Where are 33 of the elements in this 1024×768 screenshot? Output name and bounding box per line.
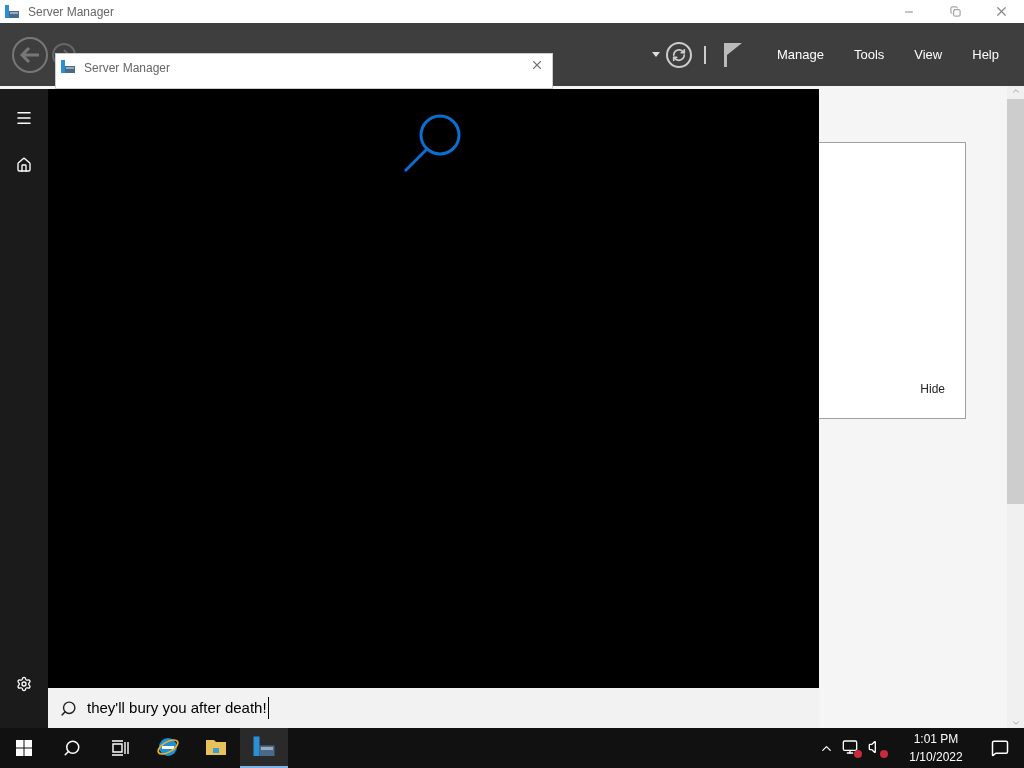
task-view-icon[interactable] bbox=[111, 740, 129, 756]
refresh-icon[interactable] bbox=[665, 41, 692, 68]
taskbar-app-button[interactable] bbox=[240, 728, 288, 768]
network-error-icon[interactable] bbox=[842, 739, 860, 757]
server-manager-icon bbox=[4, 3, 20, 20]
scrollbar-thumb[interactable] bbox=[1007, 99, 1024, 504]
search-icon bbox=[60, 699, 77, 717]
scrollbar[interactable] bbox=[1007, 86, 1024, 728]
menu-item[interactable]: Help bbox=[961, 44, 1010, 65]
server-manager-icon bbox=[60, 59, 76, 75]
menu-icon[interactable] bbox=[15, 109, 33, 127]
home-icon[interactable] bbox=[16, 157, 32, 173]
clock-date[interactable]: 1/10/2022 bbox=[909, 748, 963, 766]
notification-icon[interactable] bbox=[991, 739, 1009, 757]
server-manager-icon bbox=[252, 735, 276, 759]
search-field[interactable]: they'll bury you after death! bbox=[48, 688, 819, 728]
dropdown-caret-icon[interactable] bbox=[651, 52, 660, 57]
clock-time[interactable]: 1:01 PM bbox=[913, 730, 959, 748]
windows-logo-icon[interactable] bbox=[16, 740, 32, 756]
browser-icon bbox=[156, 735, 180, 759]
close-icon[interactable] bbox=[530, 58, 544, 72]
menu-item[interactable]: Manage bbox=[765, 44, 835, 65]
volume-muted-icon[interactable] bbox=[868, 739, 886, 757]
search-input[interactable]: they'll bury you after death! bbox=[87, 696, 269, 720]
toolbar-separator bbox=[703, 45, 706, 64]
settings-icon[interactable] bbox=[16, 676, 32, 692]
window-title: Server Manager bbox=[28, 3, 115, 21]
menu-item[interactable]: Tools bbox=[842, 44, 896, 65]
hide-link[interactable]: Hide bbox=[920, 380, 945, 398]
menu-item[interactable]: View bbox=[903, 44, 954, 65]
window-title: Server Manager bbox=[84, 60, 171, 77]
search-icon[interactable] bbox=[63, 739, 81, 757]
flag-icon[interactable] bbox=[723, 42, 742, 67]
